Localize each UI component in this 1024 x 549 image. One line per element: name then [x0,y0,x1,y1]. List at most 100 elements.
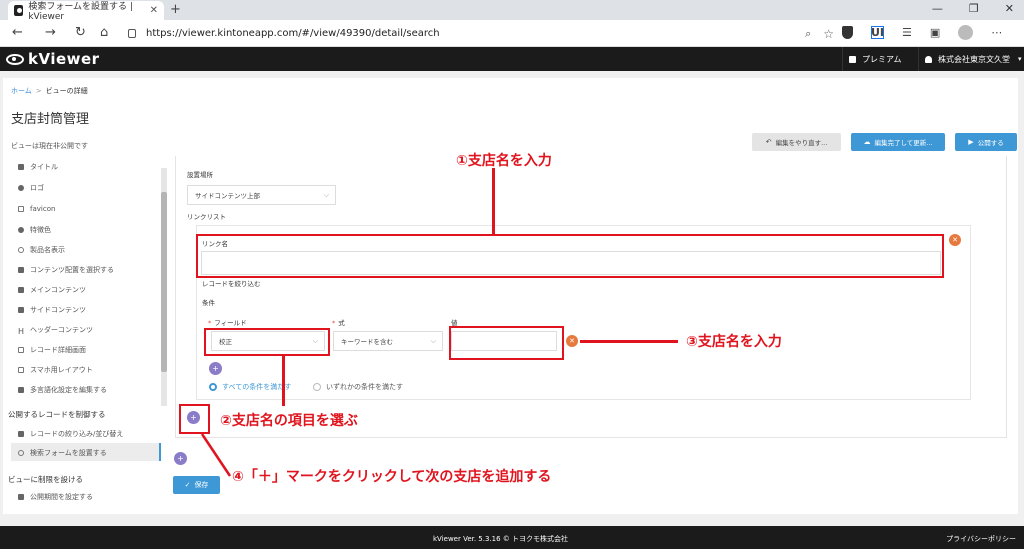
breadcrumb-home[interactable]: ホーム [11,87,32,95]
sidebar-item-title[interactable]: タイトル [18,162,58,172]
privacy-policy-link[interactable]: プライバシーポリシー [946,534,1016,544]
kviewer-logo[interactable]: kViewer [6,50,100,68]
sidebar-item-main-content[interactable]: メインコンテンツ [18,285,86,295]
more-menu-icon[interactable]: ⋯ [991,26,1002,39]
browser-tab[interactable]: 検索フォームを設置する | kViewer ✕ [8,1,164,22]
filter-records-label: レコードを絞り込む [202,280,261,288]
redo-edit-button[interactable]: ↶ 編集をやり直す... [752,133,841,151]
sidebar-item-label: 多言語化設定を編集する [30,386,107,394]
annotation-box-value [449,326,564,360]
operator-select[interactable]: キーワードを含む ⌵ [333,331,443,351]
filter-icon [18,431,24,437]
sidebar-item-side-content[interactable]: サイドコンテンツ [18,305,86,315]
minimize-icon[interactable]: — [932,2,943,15]
reload-icon[interactable]: ↻ [75,25,86,40]
sidebar-item-label: 製品名表示 [30,246,65,254]
placement-select-value: サイドコンテンツ上部 [195,192,260,200]
shield-extension-icon[interactable] [842,26,853,39]
annotation-box-field [204,328,330,356]
profile-avatar[interactable] [958,25,974,40]
sidebar-item-favicon[interactable]: favicon [18,205,55,213]
placement-label: 設置場所 [187,171,213,179]
sidebar-item-color[interactable]: 特徴色 [18,225,51,235]
add-condition-icon[interactable]: + [209,362,222,375]
extension-icons: UI ☰ ▣ ⋯ [842,25,1002,40]
favorite-star-icon[interactable]: ☆ [823,27,834,41]
sidebar-item-mobile-layout[interactable]: スマホ用レイアウト [18,365,93,375]
publish-button[interactable]: ▶ 公開する [955,133,1017,151]
sidebar-item-search-form[interactable]: 検索フォームを設置する [18,448,107,458]
favorites-list-icon[interactable]: ☰ [902,26,912,39]
sidebar-item-label: ヘッダーコンテンツ [30,326,94,334]
sidebar-item-product-name[interactable]: 製品名表示 [18,245,65,255]
finish-update-button[interactable]: ☁ 編集完了して更新... [851,133,945,151]
ui-extension-icon[interactable]: UI [871,26,884,39]
tab-title: 検索フォームを設置する | kViewer [28,2,133,22]
new-tab-icon[interactable]: + [170,2,181,17]
sidebar-item-logo[interactable]: ロゴ [18,183,44,193]
company-name: 株式会社東京文久堂 [938,54,1010,64]
maximize-icon[interactable]: ❐ [969,2,979,15]
close-tab-icon[interactable]: ✕ [150,5,158,16]
annotation-line-1 [492,168,495,234]
kviewer-favicon-icon [14,5,24,16]
save-button[interactable]: ✓ 保存 [173,476,220,494]
annotation-2: ②支店名の項目を選ぶ [220,413,358,429]
add-search-form-icon[interactable]: + [174,452,187,465]
sidebar-item-publish-period[interactable]: 公開期間を設定する [18,492,93,502]
close-window-icon[interactable]: ✕ [1005,2,1014,15]
zoom-icon[interactable]: ⌕ [805,27,811,41]
sidebar-item-record-detail[interactable]: レコード詳細画面 [18,345,86,355]
sidebar-item-i18n[interactable]: 多言語化設定を編集する [18,385,107,395]
annotation-box-plus [179,404,210,434]
breadcrumb-separator: > [35,87,42,95]
radio-selected-icon [209,383,217,391]
sidebar-item-header-content[interactable]: H ヘッダーコンテンツ [18,325,94,336]
radio-any-condition[interactable]: いずれかの条件を満たす [313,382,403,392]
browser-tabbar: 検索フォームを設置する | kViewer ✕ + — ❐ ✕ [0,0,1024,22]
sidebar-item-label: 特徴色 [30,226,51,234]
save-label: 保存 [194,481,209,489]
app-footer: kViewer Ver. 5.3.16 © トヨクモ株式会社 プライバシーポリシ… [0,526,1024,549]
premium-link[interactable]: プレミアム [842,47,901,71]
sidebar-item-label: メインコンテンツ [30,286,86,294]
list-icon [18,287,24,293]
remove-condition-icon[interactable]: ✕ [566,335,578,347]
radio-all-conditions[interactable]: すべての条件を満たす [209,382,291,392]
back-icon[interactable]: ← [12,25,23,40]
sidebar-item-label: favicon [30,205,56,213]
sidebar-item-layout[interactable]: コンテンツ配置を選択する [18,265,114,275]
title-icon [18,164,24,170]
placement-select[interactable]: サイドコンテンツ上部 ⌵ [187,185,336,205]
lock-icon [128,29,136,38]
radio-all-label: すべての条件を満たす [222,383,292,391]
operator-label: * 式 [332,317,345,327]
sidebar-item-label: タイトル [30,163,58,171]
remove-link-icon[interactable]: ✕ [949,234,961,246]
url-text: https://viewer.kintoneapp.com/#/view/493… [146,28,440,39]
hourglass-icon [18,494,24,500]
forward-icon[interactable]: → [45,25,56,40]
annotation-line-2 [282,356,285,406]
home-icon[interactable]: ⌂ [100,25,108,40]
language-icon [18,387,24,393]
redo-edit-label: 編集をやり直す... [775,139,828,147]
sidebar-item-label: レコードの絞り込み/並び替え [30,430,124,438]
columns-icon [18,307,24,313]
sidebar-section-limits: ビューに制限を設ける [8,475,83,484]
annotation-box-link-name [196,234,944,278]
breadcrumb: ホーム > ビューの詳細 [11,86,88,96]
eye-logo-icon [6,53,24,65]
gift-icon [849,55,856,63]
sidebar-section-records: 公開するレコードを制御する [8,410,106,419]
sidebar-scroll-thumb[interactable] [161,192,167,372]
collections-icon[interactable]: ▣ [930,26,940,39]
premium-label: プレミアム [862,54,902,64]
company-menu[interactable]: 株式会社東京文久堂 ▾ [918,47,1022,71]
sidebar-item-filter-sort[interactable]: レコードの絞り込み/並び替え [18,429,123,439]
field-label: * フィールド [208,317,247,327]
user-icon [925,55,932,63]
radio-unselected-icon [313,383,321,391]
address-bar[interactable]: https://viewer.kintoneapp.com/#/view/493… [128,24,834,43]
publish-label: 公開する [977,139,1004,147]
